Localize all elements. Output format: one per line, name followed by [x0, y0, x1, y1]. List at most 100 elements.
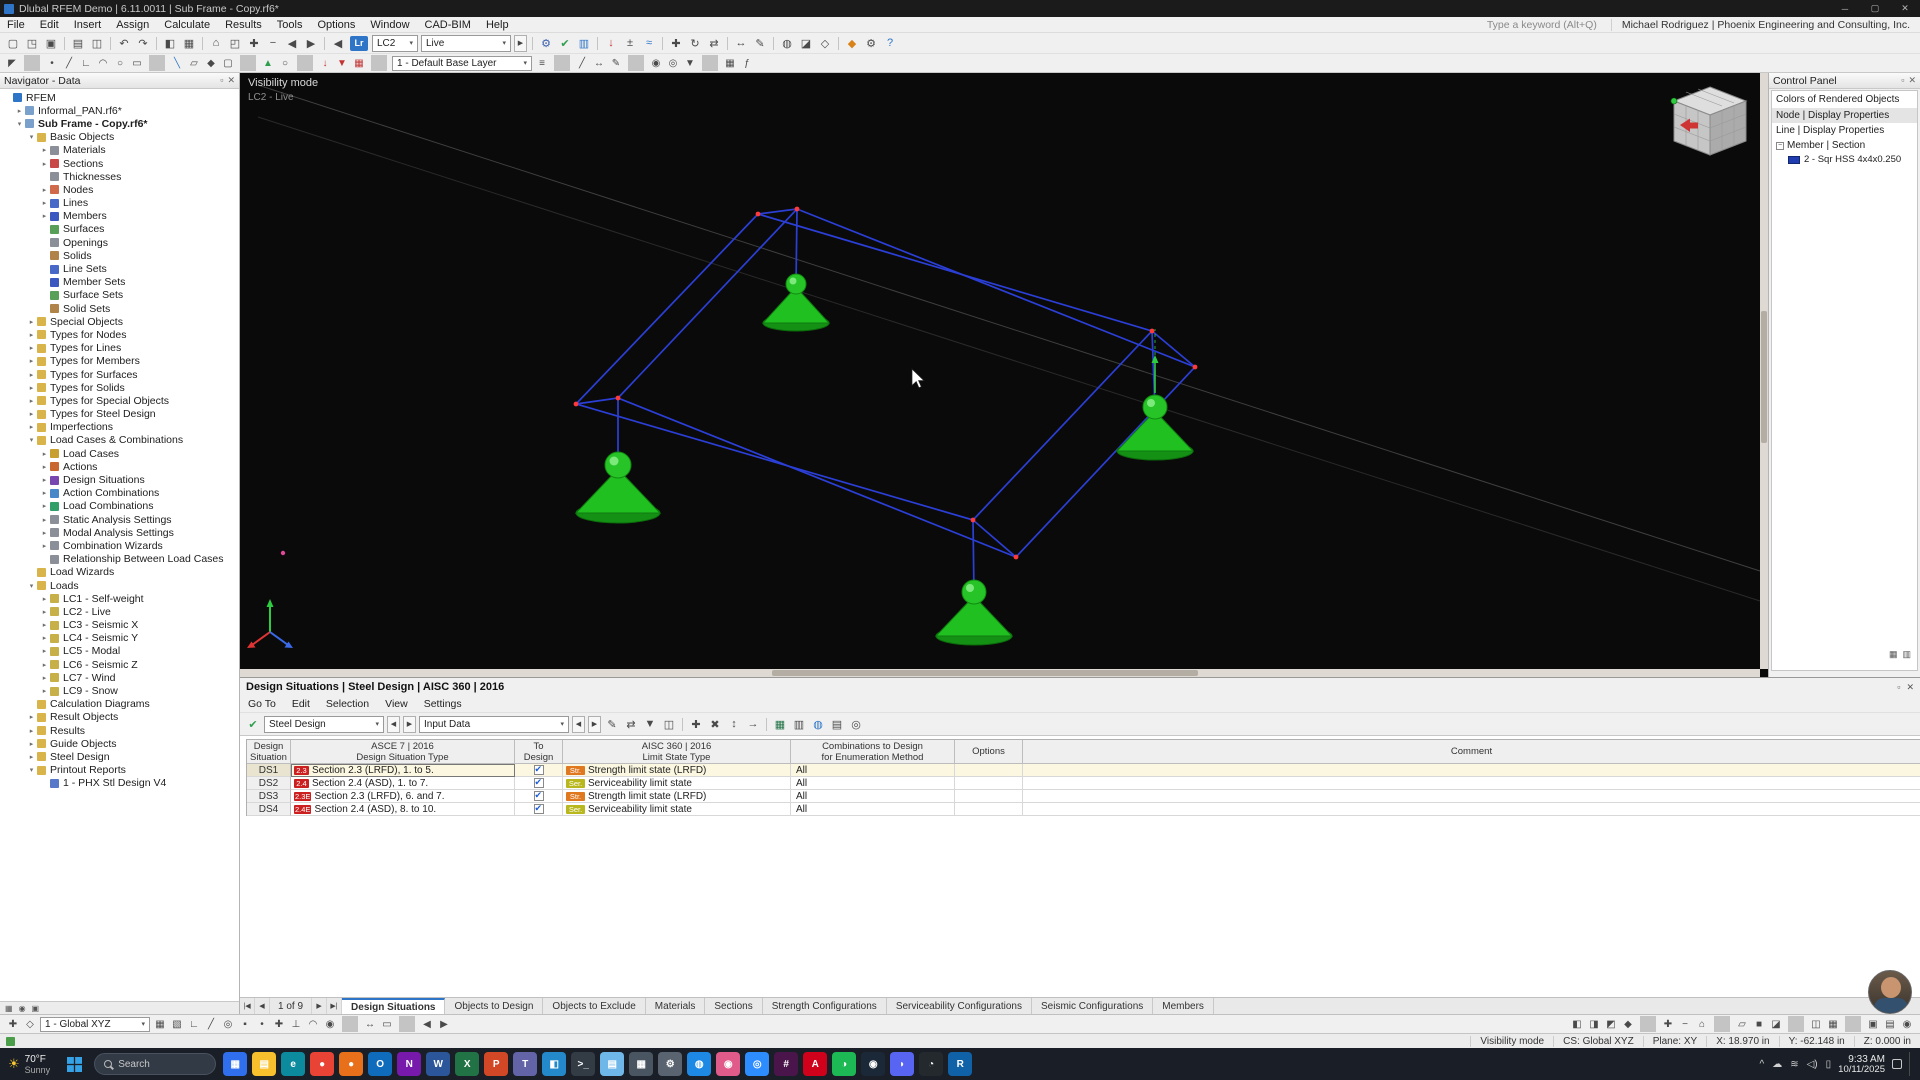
tables-toggle-icon[interactable]: ▦: [180, 34, 198, 52]
separator[interactable]: [554, 55, 570, 71]
solid-tool-icon[interactable]: ◆: [203, 55, 219, 71]
next-load-case-button[interactable]: ▶: [514, 35, 527, 52]
table-tab[interactable]: Serviceability Configurations: [887, 998, 1032, 1014]
base-layer-select[interactable]: 1 - Default Base Layer▾: [392, 56, 532, 71]
zoom-icon[interactable]: ◎: [745, 1052, 769, 1076]
delete-row-icon[interactable]: ✖: [706, 715, 724, 733]
vscode-icon[interactable]: ◧: [542, 1052, 566, 1076]
data-tab-icon[interactable]: ▦: [5, 1004, 13, 1013]
tree-expander-icon[interactable]: ▸: [27, 397, 36, 405]
table-settings-icon[interactable]: ▥: [790, 715, 808, 733]
task-view-icon[interactable]: ▦: [223, 1052, 247, 1076]
guideline-icon[interactable]: ╱: [574, 55, 590, 71]
tree-expander-icon[interactable]: ▸: [27, 384, 36, 392]
tree-item[interactable]: ▸ Results: [0, 724, 239, 737]
separator[interactable]: [24, 55, 40, 71]
render-mode-icon[interactable]: ◍: [778, 34, 796, 52]
endpoint-snap-icon[interactable]: ▪: [237, 1016, 253, 1032]
close-icon[interactable]: ✕: [1906, 682, 1914, 693]
pin-icon[interactable]: ▫: [220, 75, 223, 86]
solid-render-icon[interactable]: ■: [1751, 1016, 1767, 1032]
tree-item[interactable]: RFEM: [0, 91, 239, 104]
design-situation-type-cell[interactable]: 2.4 Section 2.4 (ASD), 1. to 7.: [291, 777, 515, 790]
next-view-icon[interactable]: ▶: [302, 34, 320, 52]
edit-mode-icon[interactable]: ✎: [603, 715, 621, 733]
tree-item[interactable]: ▸ LC6 - Seismic Z: [0, 658, 239, 671]
tree-expander-icon[interactable]: ▸: [40, 595, 49, 603]
weather-widget[interactable]: ☀ 70°FSunny: [8, 1054, 50, 1075]
wireframe-icon[interactable]: ▱: [1734, 1016, 1750, 1032]
goto-row-icon[interactable]: →: [744, 715, 762, 733]
row-id-cell[interactable]: DS2: [247, 777, 291, 790]
zoom-out-icon[interactable]: −: [264, 34, 282, 52]
adobe-icon[interactable]: A: [803, 1052, 827, 1076]
pick-window-icon[interactable]: ▭: [379, 1016, 395, 1032]
menu-item[interactable]: Window: [363, 19, 416, 31]
tree-expander-icon[interactable]: ▸: [27, 357, 36, 365]
discord-icon[interactable]: ◗: [890, 1052, 914, 1076]
zoom-out-icon[interactable]: −: [1677, 1016, 1693, 1032]
separator[interactable]: [662, 37, 663, 50]
tree-item[interactable]: ▸ Types for Steel Design: [0, 408, 239, 421]
show-loads-icon[interactable]: ↓: [602, 34, 620, 52]
word-icon[interactable]: W: [426, 1052, 450, 1076]
excel-icon[interactable]: X: [455, 1052, 479, 1076]
line-tool-icon[interactable]: ╱: [61, 55, 77, 71]
tree-expander-icon[interactable]: ▸: [40, 186, 49, 194]
tree-expander-icon[interactable]: ▸: [40, 542, 49, 550]
separator[interactable]: [149, 55, 165, 71]
viewport-horizontal-scrollbar[interactable]: [240, 669, 1760, 677]
tree-item[interactable]: ▸ Types for Nodes: [0, 328, 239, 341]
close-button[interactable]: ✕: [1890, 0, 1920, 17]
paint-icon[interactable]: ◉: [716, 1052, 740, 1076]
tree-item[interactable]: ▸ LC5 - Modal: [0, 645, 239, 658]
tree-expander-icon[interactable]: ▸: [27, 727, 36, 735]
tree-expander-icon[interactable]: ▾: [27, 766, 36, 774]
close-icon[interactable]: ✕: [1908, 75, 1916, 86]
tree-item[interactable]: ▸ Combination Wizards: [0, 539, 239, 552]
swap-rows-icon[interactable]: ↕: [725, 715, 743, 733]
view-in-x-icon[interactable]: ◧: [1569, 1016, 1585, 1032]
tree-item[interactable]: ▸ Types for Members: [0, 355, 239, 368]
rotate-icon[interactable]: ↻: [686, 34, 704, 52]
separator[interactable]: [766, 718, 767, 731]
tree-item[interactable]: ▸ LC2 - Live: [0, 605, 239, 618]
row-id-cell[interactable]: DS1: [247, 764, 291, 777]
mirror-icon[interactable]: ⇄: [705, 34, 723, 52]
measure-icon[interactable]: ↔: [362, 1016, 378, 1032]
table-row[interactable]: DS3 2.3E Section 2.3 (LRFD), 6. and 7. S…: [247, 790, 1920, 803]
comment-cell[interactable]: [1023, 803, 1920, 816]
member-load-icon[interactable]: ▼: [334, 55, 350, 71]
section-view-icon[interactable]: ◪: [797, 34, 815, 52]
table-tab[interactable]: Seismic Configurations: [1032, 998, 1153, 1014]
menu-item[interactable]: File: [0, 19, 32, 31]
member-tool-icon[interactable]: ╲: [169, 55, 185, 71]
support-tool-icon[interactable]: ▲: [260, 55, 276, 71]
separator[interactable]: [1640, 1016, 1656, 1032]
separator[interactable]: [597, 37, 598, 50]
design-menu-item[interactable]: View: [377, 698, 416, 710]
rfem-icon[interactable]: R: [948, 1052, 972, 1076]
calculator-icon[interactable]: ▦: [629, 1052, 653, 1076]
tree-expander-icon[interactable]: ▸: [40, 146, 49, 154]
to-design-checkbox[interactable]: [534, 778, 544, 788]
tree-expander-icon[interactable]: ▸: [40, 516, 49, 524]
insert-row-icon[interactable]: ✚: [687, 715, 705, 733]
tree-item[interactable]: Thicknesses: [0, 170, 239, 183]
redo-icon[interactable]: ↷: [134, 34, 152, 52]
separator[interactable]: [628, 55, 644, 71]
tree-item[interactable]: ▸ Materials: [0, 144, 239, 157]
design-module-select[interactable]: Steel Design▾: [264, 716, 384, 733]
combinations-cell[interactable]: All: [791, 803, 955, 816]
tree-expander-icon[interactable]: ▸: [40, 674, 49, 682]
to-design-cell[interactable]: [515, 803, 563, 816]
zoom-in-icon[interactable]: ✚: [245, 34, 263, 52]
tree-expander-icon[interactable]: ▸: [40, 212, 49, 220]
tree-item[interactable]: ▸ Steel Design: [0, 750, 239, 763]
limit-state-cell[interactable]: Ser. Serviceability limit state: [563, 803, 791, 816]
menu-item[interactable]: Edit: [33, 19, 66, 31]
zoom-extents-icon[interactable]: ⌂: [1694, 1016, 1710, 1032]
previous-table-tab-button[interactable]: ◀: [255, 998, 270, 1014]
terminal-icon[interactable]: >_: [571, 1052, 595, 1076]
table-tab[interactable]: Materials: [646, 998, 706, 1014]
